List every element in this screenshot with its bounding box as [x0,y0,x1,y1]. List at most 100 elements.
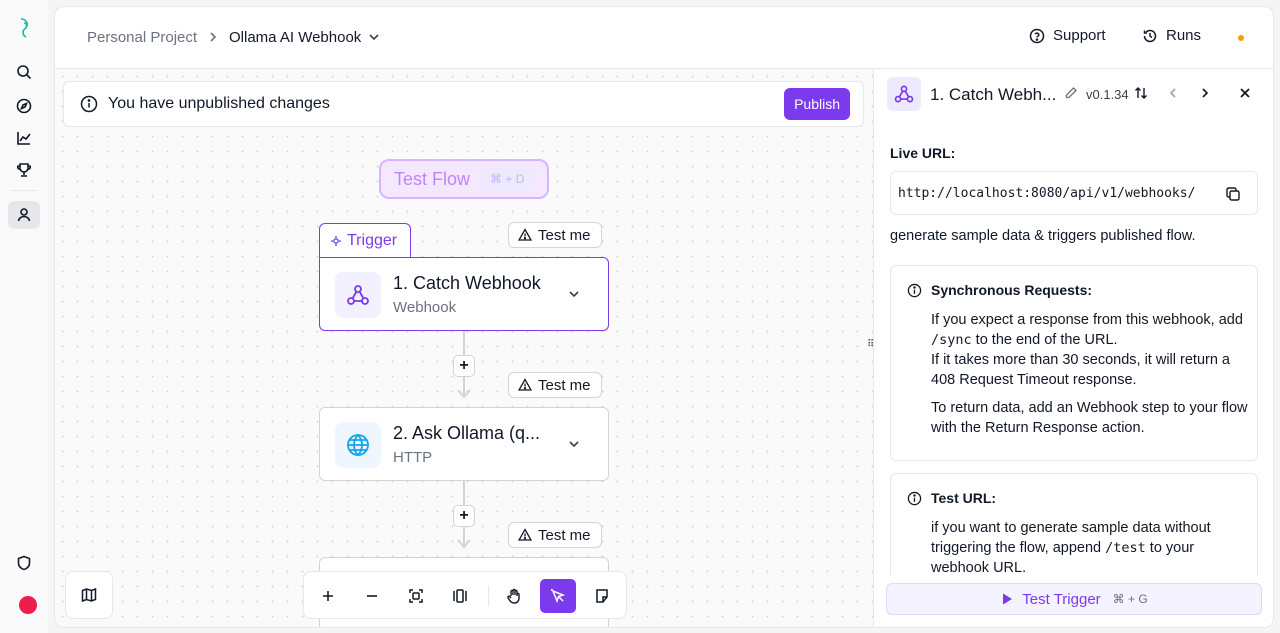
banner-message: You have unpublished changes [108,95,330,112]
test-flow-button[interactable]: Test Flow ⌘ + D [379,159,549,199]
test-me-label: Test me [538,226,591,244]
align-button[interactable] [446,582,474,610]
version-label: v0.1.34 [1086,87,1129,102]
trigger-icon [330,235,342,247]
analytics-icon[interactable] [14,128,34,148]
close-icon[interactable] [1238,86,1252,100]
sync-text-end: to the end of the URL. [971,332,1118,348]
support-button[interactable]: Support [1029,27,1106,44]
runs-button[interactable]: Runs [1142,27,1201,44]
hand-icon [507,588,520,604]
rail-divider [10,190,38,191]
runs-label: Runs [1166,27,1202,44]
chevron-down-icon[interactable] [566,286,582,302]
chevron-down-icon[interactable] [367,30,381,44]
panel-title: 1. Catch Webh... [930,85,1057,104]
test-code: /test [1105,540,1146,556]
unpublished-banner: You have unpublished changes Publish [63,81,864,127]
zoom-out-button[interactable] [358,582,386,610]
test-me-label: Test me [538,376,591,394]
sync-timeout-text: If it takes more than 30 seconds, it wil… [931,352,1230,388]
sync-requests-card: Synchronous Requests: If you expect a re… [890,265,1258,461]
pencil-icon[interactable] [1064,86,1078,100]
plus-icon [323,591,333,601]
history-icon [1142,28,1158,44]
live-url-description: generate sample data & triggers publishe… [890,228,1196,244]
sync-code: /sync [931,332,972,348]
step-subtitle: HTTP [393,449,433,466]
explore-icon[interactable] [14,96,34,116]
webhook-icon [887,77,921,111]
info-icon [907,491,922,506]
step-card-ask-ollama[interactable]: 2. Ask Ollama (q... HTTP [319,407,609,481]
step-title: 2. Ask Ollama (q... [393,423,541,443]
test-flow-label: Test Flow [394,168,471,189]
app-frame: Personal Project Ollama AI Webhook Suppo… [54,6,1274,628]
chevron-right-icon [206,30,220,44]
add-step-button-1[interactable]: + [453,355,475,377]
trophy-icon[interactable] [14,160,34,180]
test-flow-shortcut: ⌘ + D [482,168,533,190]
warning-icon [518,378,532,392]
columns-icon [453,589,467,603]
shield-icon[interactable] [14,553,34,573]
user-icon[interactable] [14,205,34,225]
select-mode-button[interactable] [540,579,576,613]
live-url-label: Live URL: [890,145,956,161]
globe-icon [335,422,381,468]
chevron-right-icon[interactable] [1198,86,1212,100]
swap-vertical-icon[interactable] [1134,86,1148,100]
fit-view-icon [409,589,423,603]
test-trigger-label: Test Trigger [1022,590,1101,608]
test-me-button-1[interactable]: Test me [508,222,602,248]
chevron-down-icon[interactable] [566,436,582,452]
info-icon [80,95,98,113]
step-title: 1. Catch Webhook [393,273,541,293]
pointer-icon [551,589,566,604]
sync-card-body: If you expect a response from this webho… [931,310,1249,438]
step-card-catch-webhook[interactable]: 1. Catch Webhook Webhook [319,257,609,331]
test-trigger-shortcut: ⌘ + G [1112,592,1148,606]
step-subtitle: Webhook [393,299,457,316]
test-card-title: Test URL: [931,490,997,506]
note-button[interactable] [588,582,616,610]
warning-icon [518,228,532,242]
breadcrumb-flow-name[interactable]: Ollama AI Webhook [229,29,361,46]
test-me-button-3[interactable]: Test me [508,522,602,548]
add-step-button-2[interactable]: + [453,505,475,527]
minimap-button[interactable] [65,571,113,619]
play-icon [1000,592,1014,606]
publish-button[interactable]: Publish [784,88,850,120]
test-me-button-2[interactable]: Test me [508,372,602,398]
info-icon [907,283,922,298]
breadcrumb-project[interactable]: Personal Project [87,29,197,46]
status-dot [1238,35,1244,41]
fit-view-button[interactable] [402,582,430,610]
warning-icon [518,528,532,542]
minus-icon [367,595,377,597]
live-url-value[interactable]: http://localhost:8080/api/v1/webhooks/ [898,186,1212,201]
avatar[interactable] [19,596,37,614]
trigger-label: Trigger [347,231,398,249]
logo-icon[interactable] [14,18,34,38]
copy-icon[interactable] [1225,186,1241,202]
support-label: Support [1053,27,1106,44]
test-trigger-button[interactable]: Test Trigger ⌘ + G [886,583,1262,615]
search-icon[interactable] [14,62,34,82]
left-rail [0,0,48,633]
test-me-label: Test me [538,526,591,544]
panel-footer: Test Trigger ⌘ + G [874,575,1273,627]
map-icon [81,587,97,603]
webhook-icon [335,272,381,318]
sync-return-text: To return data, add an Webhook step to y… [931,400,1248,436]
flow-canvas[interactable]: You have unpublished changes Publish Tes… [55,69,873,627]
canvas-toolbar [303,571,627,619]
arrow-down-icon [457,389,471,399]
chevron-left-icon[interactable] [1166,86,1180,100]
pan-mode-button[interactable] [500,582,528,610]
trigger-tag: Trigger [319,223,411,257]
help-circle-icon [1029,28,1045,44]
live-url-field[interactable]: http://localhost:8080/api/v1/webhooks/ [890,171,1258,215]
step-settings-panel: 1. Catch Webh... v0.1.34 Live URL: http:… [873,69,1273,627]
zoom-in-button[interactable] [314,582,342,610]
